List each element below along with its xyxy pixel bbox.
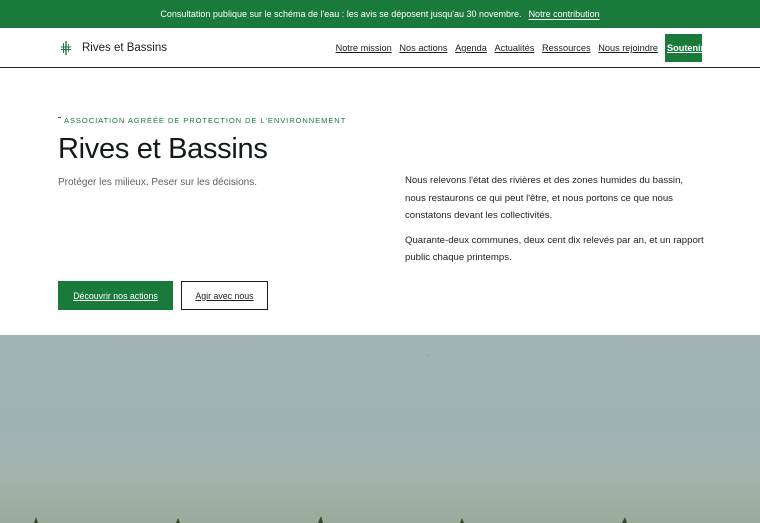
nav-item-join[interactable]: Nous rejoindre [598,43,658,53]
hero-title: Rives et Bassins [58,133,268,165]
nav-item-agenda[interactable]: Agenda [455,43,487,53]
announcement-bar: Consultation publique sur le schéma de l… [0,0,760,28]
announcement-link[interactable]: Notre contribution [529,9,600,19]
announcement-text: Consultation publique sur le schéma de l… [160,9,522,19]
act-with-us-button[interactable]: Agir avec nous [181,281,268,310]
hero-description: Nous relevons l'état des rivières et des… [405,172,705,267]
main-nav: Notre mission Nos actions Agenda Actuali… [328,34,702,62]
site-header: Rives et Bassins Notre mission Nos actio… [0,28,760,68]
reeds-silhouette [34,354,627,523]
nav-item-resources[interactable]: Ressources [542,43,591,53]
eyebrow-dash-icon [58,117,61,118]
landscape-photo [0,335,760,523]
nav-item-news[interactable]: Actualités [495,43,535,53]
nav-item-mission[interactable]: Notre mission [336,43,392,53]
brand-home-link[interactable]: Rives et Bassins [58,40,167,56]
hero-subtitle: Protéger les milieux. Peser sur les déci… [58,177,257,188]
reed-icon [61,41,71,55]
hero-paragraph: Nous relevons l'état des rivières et des… [405,175,684,221]
hero-section: ASSOCIATION AGRÉÉE DE PROTECTION DE L'EN… [0,69,760,335]
brand-name: Rives et Bassins [82,42,168,54]
hero-eyebrow: ASSOCIATION AGRÉÉE DE PROTECTION DE L'EN… [58,116,346,125]
discover-actions-button[interactable]: Découvrir nos actions [58,281,173,310]
hero-paragraph: Quarante-deux communes, deux cent dix re… [405,234,704,264]
hero-eyebrow-text: ASSOCIATION AGRÉÉE DE PROTECTION DE L'EN… [64,116,347,125]
support-button[interactable]: Soutenir [665,34,702,62]
nav-item-actions[interactable]: Nos actions [399,43,447,53]
